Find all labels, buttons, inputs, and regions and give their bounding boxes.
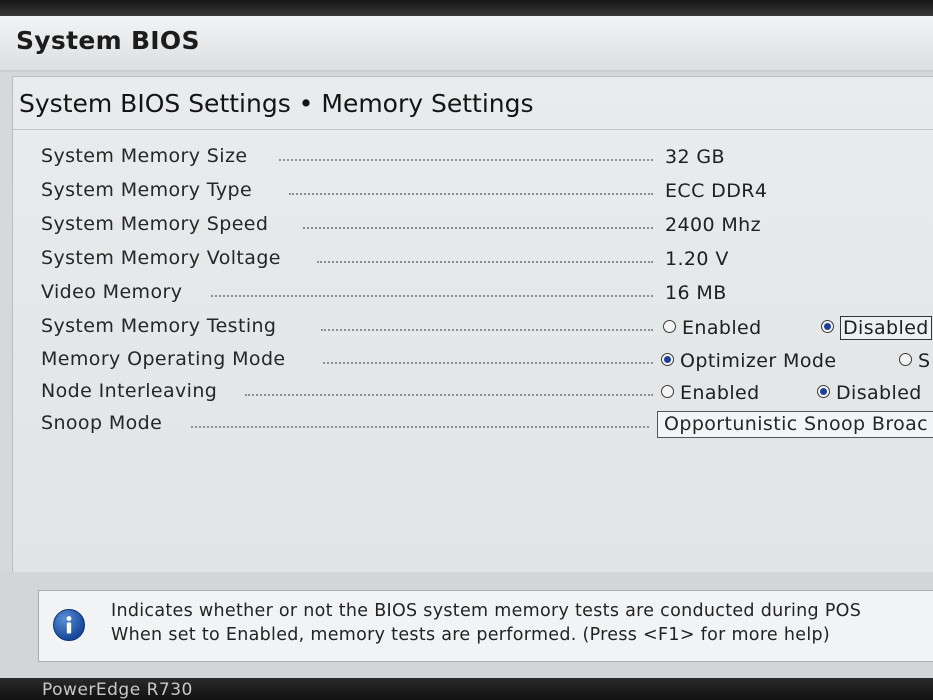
radio-label-focused: Disabled — [840, 316, 932, 340]
top-bezel — [0, 0, 933, 16]
setting-value: 32 GB — [665, 146, 725, 168]
dotted-leader — [245, 394, 653, 396]
window-title: System BIOS — [16, 26, 200, 55]
radio-unselected-icon — [661, 385, 674, 398]
radio-label: Enabled — [680, 382, 760, 404]
heading-divider — [13, 129, 933, 130]
server-model: PowerEdge R730 — [42, 680, 193, 700]
setting-row-memory-operating-mode[interactable]: Memory Operating Mode Optimizer Mode S — [41, 348, 933, 378]
radio-memory-testing-enabled[interactable]: Enabled — [663, 317, 762, 339]
setting-label: System Memory Size — [41, 145, 248, 167]
help-line-1: Indicates whether or not the BIOS system… — [111, 601, 862, 621]
snoop-mode-select[interactable]: Opportunistic Snoop Broac — [657, 411, 933, 438]
radio-optimizer-mode[interactable]: Optimizer Mode — [661, 350, 836, 372]
setting-value: 2400 Mhz — [665, 214, 762, 236]
radio-label: Optimizer Mode — [680, 350, 837, 372]
radio-selected-icon — [821, 320, 834, 333]
setting-label: Memory Operating Mode — [41, 348, 286, 370]
footer-bar: PowerEdge R730 — [0, 678, 933, 700]
setting-label: Snoop Mode — [41, 412, 163, 434]
dotted-leader — [211, 295, 653, 297]
radio-label: Enabled — [682, 317, 762, 339]
dotted-leader — [279, 159, 653, 161]
setting-value: 16 MB — [665, 282, 727, 304]
setting-label: Node Interleaving — [41, 380, 218, 402]
dotted-leader — [321, 329, 653, 331]
radio-selected-icon — [817, 385, 830, 398]
bios-screen: System BIOS System BIOS Settings • Memor… — [0, 0, 933, 700]
page-heading: System BIOS Settings • Memory Settings — [19, 89, 534, 118]
setting-row-memory-size: System Memory Size 32 GB — [41, 145, 933, 175]
setting-label: System Memory Speed — [41, 213, 269, 235]
dotted-leader — [289, 193, 653, 195]
setting-row-memory-speed: System Memory Speed 2400 Mhz — [41, 213, 933, 243]
dotted-leader — [323, 362, 653, 364]
dotted-leader — [317, 261, 653, 263]
dotted-leader — [191, 426, 649, 428]
setting-row-memory-type: System Memory Type ECC DDR4 — [41, 179, 933, 209]
help-area: Indicates whether or not the BIOS system… — [0, 572, 933, 678]
setting-label: System Memory Type — [41, 179, 253, 201]
radio-operating-mode-other[interactable]: S — [899, 350, 930, 372]
radio-node-interleaving-disabled[interactable]: Disabled — [817, 382, 922, 404]
radio-unselected-icon — [899, 353, 912, 366]
setting-row-snoop-mode[interactable]: Snoop Mode Opportunistic Snoop Broac — [41, 411, 933, 442]
title-bar: System BIOS — [0, 16, 933, 72]
help-box: Indicates whether or not the BIOS system… — [38, 590, 933, 662]
info-icon — [53, 609, 85, 641]
setting-value: ECC DDR4 — [665, 180, 768, 202]
help-line-2: When set to Enabled, memory tests are pe… — [111, 625, 831, 645]
setting-row-video-memory: Video Memory 16 MB — [41, 281, 933, 311]
settings-panel: System BIOS Settings • Memory Settings S… — [12, 76, 933, 574]
radio-selected-icon — [661, 353, 674, 366]
setting-value: 1.20 V — [665, 248, 729, 270]
help-text: Indicates whether or not the BIOS system… — [111, 599, 861, 647]
dotted-leader — [303, 227, 653, 229]
setting-row-memory-voltage: System Memory Voltage 1.20 V — [41, 247, 933, 277]
setting-label: System Memory Testing — [41, 315, 277, 337]
radio-label: Disabled — [836, 382, 922, 404]
radio-unselected-icon — [663, 320, 676, 333]
radio-memory-testing-disabled[interactable]: Disabled — [821, 316, 932, 340]
setting-label: System Memory Voltage — [41, 247, 281, 269]
radio-label: S — [918, 350, 931, 372]
radio-node-interleaving-enabled[interactable]: Enabled — [661, 382, 760, 404]
setting-row-memory-testing[interactable]: System Memory Testing Enabled Disabled — [41, 315, 933, 345]
setting-row-node-interleaving[interactable]: Node Interleaving Enabled Disabled — [41, 380, 933, 410]
setting-label: Video Memory — [41, 281, 183, 303]
